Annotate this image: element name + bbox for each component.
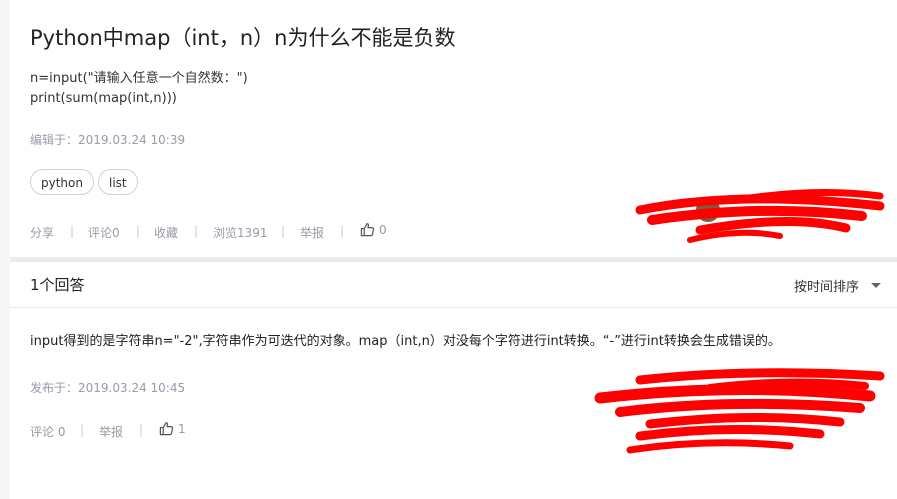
- question-title: Python中map（int，n）n为什么不能是负数: [30, 26, 456, 50]
- answer-comment-button[interactable]: 评论 0: [30, 423, 65, 440]
- question-edited-time: 编辑于：2019.03.24 10:39: [30, 133, 186, 147]
- answer-text: input得到的是字符串n="-2",字符串作为可迭代的对象。map（int,n…: [30, 334, 781, 349]
- views-count: 浏览1391: [213, 226, 268, 240]
- thumbs-up-icon: [360, 223, 375, 237]
- answer-like-button[interactable]: 1: [159, 421, 186, 436]
- tag-list[interactable]: list: [98, 169, 138, 195]
- question-card: Python中map（int，n）n为什么不能是负数 n=input("请输入任…: [10, 0, 897, 257]
- card-gap: [10, 257, 897, 262]
- redacted-user-info: [635, 188, 885, 243]
- sort-dropdown[interactable]: 按时间排序: [794, 276, 859, 295]
- answer-like-count: 1: [178, 422, 186, 436]
- comment-button[interactable]: 评论0: [88, 224, 120, 241]
- tag-python[interactable]: python: [30, 169, 94, 195]
- answer-card: 1个回答 按时间排序 input得到的是字符串n="-2",字符串作为可迭代的对…: [10, 262, 897, 499]
- separator: |: [70, 224, 75, 238]
- separator: |: [80, 423, 85, 437]
- separator: |: [194, 224, 199, 238]
- share-button[interactable]: 分享: [30, 224, 54, 241]
- separator: |: [139, 423, 144, 437]
- chevron-down-icon[interactable]: [871, 283, 881, 288]
- question-code-line-1: n=input("请输入任意一个自然数："): [30, 71, 248, 86]
- collect-button[interactable]: 收藏: [154, 224, 178, 241]
- answer-published-time: 发布于：2019.03.24 10:45: [30, 381, 186, 395]
- like-button[interactable]: 0: [360, 222, 387, 237]
- separator: |: [136, 224, 141, 238]
- divider: [10, 307, 897, 308]
- answer-report-button[interactable]: 举报: [99, 423, 123, 440]
- question-code-line-2: print(sum(map(int,n))): [30, 91, 177, 106]
- like-count: 0: [379, 223, 387, 237]
- separator: |: [281, 224, 286, 238]
- answers-count-title: 1个回答: [30, 276, 85, 294]
- separator: |: [340, 224, 345, 238]
- thumbs-up-icon: [159, 422, 174, 436]
- redacted-answerer-info: [594, 368, 885, 454]
- report-button[interactable]: 举报: [300, 224, 324, 241]
